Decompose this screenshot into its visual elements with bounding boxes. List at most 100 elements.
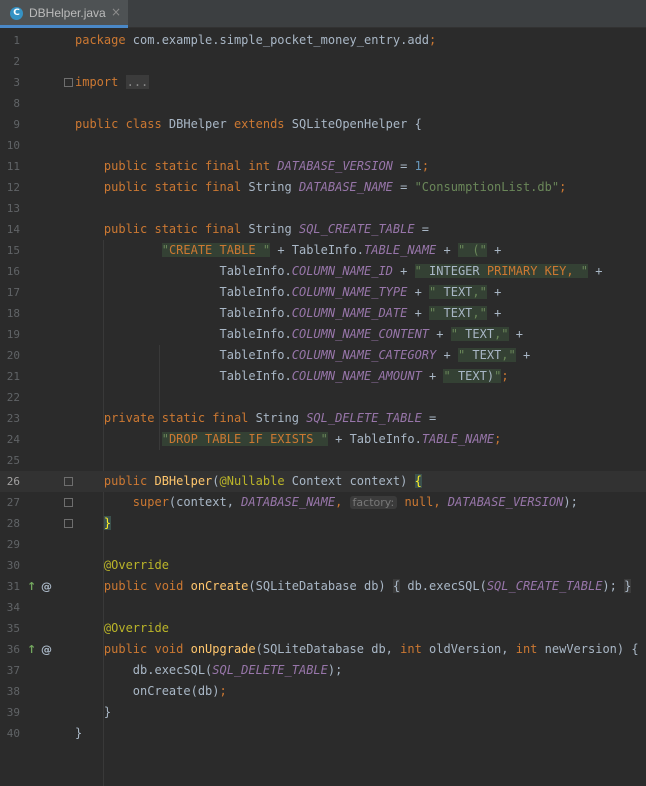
code-token: DROP TABLE IF EXISTS (168, 432, 314, 446)
code-token: " (" (457, 243, 487, 257)
line-number: 26 (6, 475, 20, 488)
code-token: SQL_DELETE_TABLE (306, 411, 422, 425)
at-annotation-icon[interactable]: @ (41, 576, 52, 597)
line-number: 14 (6, 223, 20, 236)
line-number: 40 (6, 727, 20, 740)
fold-marker-icon[interactable] (64, 519, 73, 528)
code-token: ," (472, 285, 487, 299)
code-line[interactable]: 34 (0, 597, 646, 618)
code-token: + (429, 327, 451, 341)
code-line[interactable]: 40} (0, 723, 646, 744)
code-line[interactable]: 22 (0, 387, 646, 408)
line-number: 39 (6, 706, 20, 719)
code-editor[interactable]: 1 package com.example.simple_pocket_money… (0, 28, 646, 786)
code-token: onCreate (190, 579, 249, 593)
code-line[interactable]: 31 public void onCreate(SQLiteDatabase d… (0, 576, 646, 597)
code-line[interactable]: 19 TableInfo.COLUMN_NAME_CONTENT + " TEX… (0, 324, 646, 345)
code-token: TABLE_NAME (421, 432, 495, 446)
code-token: + (486, 306, 502, 320)
code-line[interactable]: 2 (0, 51, 646, 72)
code-line[interactable]: 37 db.execSQL(SQL_DELETE_TABLE); (0, 660, 646, 681)
code-token: ; (559, 180, 567, 194)
code-line[interactable]: 15 "CREATE TABLE " + TableInfo.TABLE_NAM… (0, 240, 646, 261)
fold-marker-icon[interactable] (64, 498, 73, 507)
code-line[interactable]: 25 (0, 450, 646, 471)
code-token: TableInfo. (75, 306, 292, 320)
code-token: COLUMN_NAME_ID (291, 264, 393, 278)
fold-marker-icon[interactable] (64, 477, 73, 486)
code-line[interactable]: 12 public static final String DATABASE_N… (0, 177, 646, 198)
code-line[interactable]: 18 TableInfo.COLUMN_NAME_DATE + " TEXT,"… (0, 303, 646, 324)
file-tab[interactable]: C DBHelper.java × (0, 0, 128, 28)
code-line[interactable]: 21 TableInfo.COLUMN_NAME_AMOUNT + " TEXT… (0, 366, 646, 387)
line-number: 3 (13, 76, 20, 89)
code-line[interactable]: 36 public void onUpgrade(SQLiteDatabase … (0, 639, 646, 660)
code-token: + (486, 243, 502, 257)
code-token: public void (75, 579, 191, 593)
code-text: public static final int DATABASE_VERSION… (75, 156, 429, 177)
code-line[interactable]: 10 (0, 135, 646, 156)
folded-imports[interactable]: ... (125, 75, 150, 89)
code-text: onCreate(db); (75, 681, 227, 702)
code-line[interactable]: 38 onCreate(db); (0, 681, 646, 702)
code-line[interactable]: 3 import ... (0, 72, 646, 93)
code-line[interactable]: 24 "DROP TABLE IF EXISTS " + TableInfo.T… (0, 429, 646, 450)
code-line[interactable]: 8 (0, 93, 646, 114)
code-token: public static final int (75, 159, 278, 173)
code-line[interactable]: 14 public static final String SQL_CREATE… (0, 219, 646, 240)
code-line[interactable]: 28 } (0, 513, 646, 534)
code-line[interactable]: 17 TableInfo.COLUMN_NAME_TYPE + " TEXT,"… (0, 282, 646, 303)
code-text: package com.example.simple_pocket_money_… (75, 30, 436, 51)
code-line[interactable]: 11 public static final int DATABASE_VERS… (0, 156, 646, 177)
code-line[interactable]: 29 (0, 534, 646, 555)
code-token: public static final (75, 222, 249, 236)
code-token: TableInfo. (75, 285, 292, 299)
code-token: onUpgrade (190, 642, 256, 656)
code-line[interactable]: 1 package com.example.simple_pocket_money… (0, 30, 646, 51)
line-number: 18 (6, 307, 20, 320)
code-token: TABLE_NAME (364, 243, 437, 257)
code-line[interactable]: 20 TableInfo.COLUMN_NAME_CATEGORY + " TE… (0, 345, 646, 366)
code-token: { (414, 474, 422, 488)
code-token: + (436, 243, 458, 257)
code-line[interactable]: 9 public class DBHelper extends SQLiteOpe… (0, 114, 646, 135)
line-number: 17 (6, 286, 20, 299)
code-line[interactable]: 26 public DBHelper(@Nullable Context con… (0, 471, 646, 492)
code-token: PRIMARY KEY, (486, 264, 574, 278)
code-token: " (161, 243, 169, 257)
close-tab-icon[interactable]: × (111, 5, 121, 19)
code-token: TEXT (436, 306, 473, 320)
code-line[interactable]: 16 TableInfo.COLUMN_NAME_ID + " INTEGER … (0, 261, 646, 282)
code-token: + (407, 306, 430, 320)
code-token: package (75, 33, 126, 47)
code-line[interactable]: 39 } (0, 702, 646, 723)
code-line[interactable]: 23 private static final String SQL_DELET… (0, 408, 646, 429)
code-token: } (75, 726, 83, 740)
code-token: " (255, 243, 271, 257)
code-token: ," (494, 327, 509, 341)
line-number: 22 (6, 391, 20, 404)
code-line[interactable]: 27 super(context, DATABASE_NAME, factory… (0, 492, 646, 513)
line-number: 38 (6, 685, 20, 698)
line-number: 10 (6, 139, 20, 152)
code-token: + (508, 327, 523, 341)
code-line[interactable]: 13 (0, 198, 646, 219)
override-arrow-icon[interactable]: ↑ (27, 639, 36, 660)
override-arrow-icon[interactable]: ↑ (27, 576, 36, 597)
code-token: + (515, 348, 531, 362)
code-token: + TableInfo. (270, 243, 365, 257)
code-token: , (335, 495, 350, 509)
at-annotation-icon[interactable]: @ (41, 639, 52, 660)
code-token: ( (212, 474, 220, 488)
code-line[interactable]: 30 @Override (0, 555, 646, 576)
code-token: + (392, 264, 415, 278)
code-token: " (414, 264, 422, 278)
code-token: SQLiteOpenHelper { (291, 117, 422, 131)
code-line[interactable]: 35 @Override (0, 618, 646, 639)
line-number: 30 (6, 559, 20, 572)
code-token: @Nullable (219, 474, 285, 488)
fold-marker-icon[interactable] (64, 78, 73, 87)
